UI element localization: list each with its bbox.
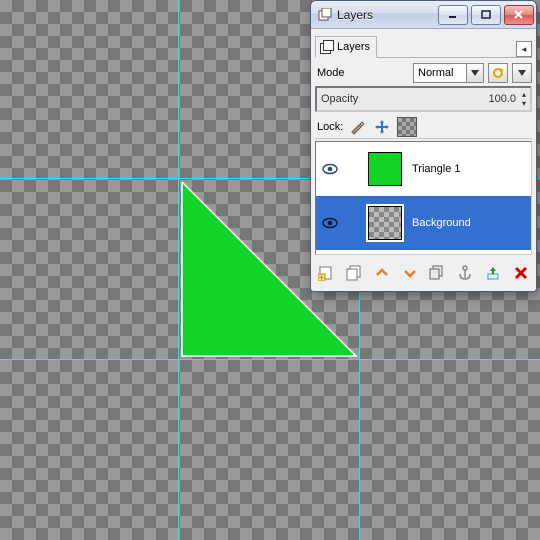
anchor-layer-button[interactable] (456, 264, 474, 282)
layer-thumbnail[interactable] (368, 206, 402, 240)
layers-dialog-window: Layers Layers ◂ Mode Normal (310, 0, 537, 292)
close-button[interactable] (504, 5, 534, 25)
new-layer-group-button[interactable] (345, 264, 363, 282)
layers-icon (320, 40, 334, 54)
lock-pixels-toggle[interactable] (349, 118, 367, 136)
chevron-down-icon[interactable] (467, 63, 484, 83)
lock-alpha-toggle[interactable] (397, 117, 417, 137)
merge-down-button[interactable] (484, 264, 502, 282)
layer-row[interactable]: Triangle 1 (316, 142, 531, 196)
mode-value: Normal (418, 67, 453, 79)
opacity-value: 100.0 (488, 93, 518, 105)
tab-layers[interactable]: Layers (315, 36, 377, 58)
app-icon (317, 7, 333, 23)
layer-toolbar (315, 261, 532, 285)
lower-layer-button[interactable] (401, 264, 419, 282)
layer-thumbnail[interactable] (368, 152, 402, 186)
mode-extra-button[interactable] (512, 63, 532, 83)
delete-layer-button[interactable] (512, 264, 530, 282)
titlebar[interactable]: Layers (311, 1, 536, 29)
visibility-toggle[interactable] (322, 161, 338, 177)
new-layer-button[interactable] (317, 264, 335, 282)
dock-tab-bar: Layers ◂ (315, 33, 532, 58)
minimize-button[interactable] (438, 5, 468, 25)
opacity-spin-down[interactable]: ▾ (518, 99, 530, 108)
raise-layer-button[interactable] (373, 264, 391, 282)
lock-label: Lock: (317, 121, 343, 133)
tab-label: Layers (337, 41, 370, 53)
mode-reset-button[interactable] (488, 63, 508, 83)
lock-position-toggle[interactable] (373, 118, 391, 136)
window-title: Layers (337, 8, 438, 22)
mode-select[interactable]: Normal (413, 63, 484, 83)
mode-label: Mode (315, 67, 345, 79)
guide-horizontal[interactable] (0, 359, 540, 360)
mode-row: Mode Normal (315, 62, 532, 84)
opacity-label: Opacity (321, 93, 488, 105)
lock-row: Lock: (315, 116, 532, 139)
layer-list[interactable]: Triangle 1 Background (315, 141, 532, 255)
opacity-slider[interactable]: Opacity 100.0 ▴ ▾ (315, 86, 532, 112)
duplicate-layer-button[interactable] (428, 264, 446, 282)
maximize-button[interactable] (471, 5, 501, 25)
opacity-spin-up[interactable]: ▴ (518, 90, 530, 99)
visibility-toggle[interactable] (322, 215, 338, 231)
layer-name[interactable]: Triangle 1 (412, 163, 525, 175)
layer-name[interactable]: Background (412, 217, 525, 229)
tab-menu-button[interactable]: ◂ (516, 41, 532, 57)
layer-row[interactable]: Background (316, 196, 531, 250)
